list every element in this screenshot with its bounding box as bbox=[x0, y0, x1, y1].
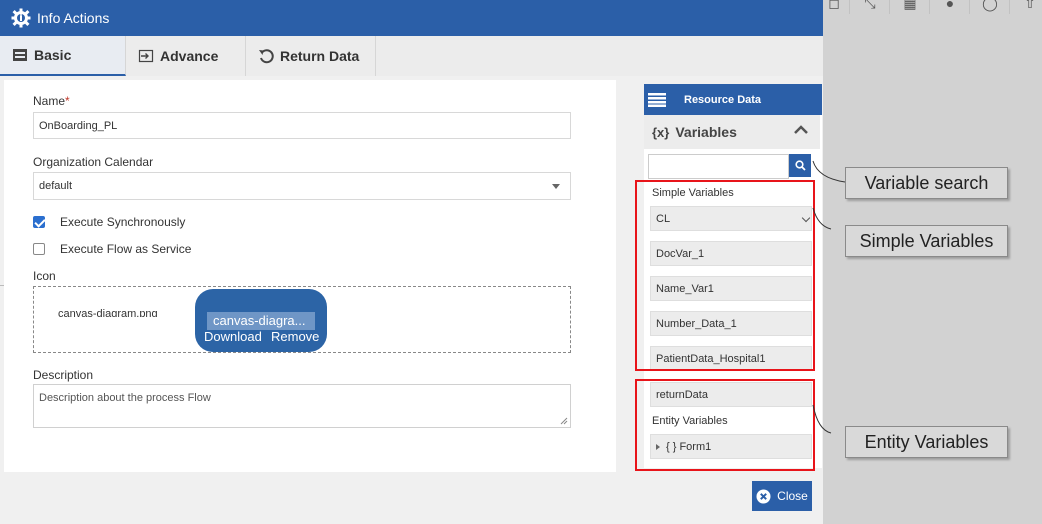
calendar-select[interactable]: default bbox=[33, 172, 571, 200]
execute-sync-label: Execute Synchronously bbox=[60, 215, 186, 229]
name-label-text: Name bbox=[33, 94, 66, 108]
caret-down-icon bbox=[552, 184, 560, 189]
name-value: OnBoarding_PL bbox=[39, 119, 118, 132]
execute-sync-checkbox[interactable] bbox=[33, 216, 45, 228]
list-icon bbox=[648, 92, 666, 107]
close-label: Close bbox=[777, 489, 808, 503]
description-value: Description about the process Flow bbox=[39, 392, 211, 404]
variable-search-callout: Variable search bbox=[845, 167, 1008, 199]
name-label: Name* bbox=[33, 94, 70, 108]
dialog-title-bar: Info Actions bbox=[0, 0, 823, 36]
description-textarea[interactable]: Description about the process Flow bbox=[33, 384, 571, 428]
toolbar-icon[interactable]: ◻ bbox=[823, 0, 845, 12]
fit-icon[interactable]: ⤡ bbox=[859, 0, 881, 12]
icon-filename: canvas-diagram.png bbox=[58, 308, 158, 317]
flow-service-checkbox[interactable] bbox=[33, 243, 45, 255]
variable-search-button[interactable] bbox=[789, 154, 811, 177]
required-mark: * bbox=[65, 94, 70, 108]
gear-icon bbox=[11, 8, 31, 28]
form-icon bbox=[13, 49, 27, 61]
toolbar-divider bbox=[969, 0, 970, 14]
file-name-badge: canvas-diagra... bbox=[207, 312, 315, 330]
icon-dropzone[interactable]: canvas-diagram.png canvas-diagra... Down… bbox=[33, 286, 571, 353]
close-circle-icon bbox=[756, 489, 771, 503]
basic-form: Name* OnBoarding_PL Organization Calenda… bbox=[4, 80, 616, 472]
tab-label: Return Data bbox=[280, 48, 360, 64]
flow-service-label: Execute Flow as Service bbox=[60, 242, 192, 256]
info-icon[interactable]: ● bbox=[939, 0, 961, 12]
grid-icon[interactable]: ▦ bbox=[899, 0, 921, 12]
resource-header-title: Resource Data bbox=[684, 93, 762, 106]
annotation-connectors bbox=[812, 160, 846, 434]
tab-label: Advance bbox=[160, 48, 219, 64]
canvas-edge bbox=[0, 285, 4, 286]
toolbar-divider bbox=[1009, 0, 1010, 14]
resource-header: Resource Data bbox=[644, 84, 822, 115]
calendar-label: Organization Calendar bbox=[33, 155, 154, 169]
tab-label: Basic bbox=[34, 47, 72, 63]
variables-title: Variables bbox=[675, 124, 737, 140]
simple-variables-callout: Simple Variables bbox=[845, 225, 1008, 257]
file-preview-card: canvas-diagra... Download Remove bbox=[195, 289, 327, 352]
tab-basic[interactable]: Basic bbox=[0, 36, 126, 76]
upload-icon[interactable]: ⇧ bbox=[1019, 0, 1041, 12]
entity-variables-callout: Entity Variables bbox=[845, 426, 1008, 458]
tab-bar: Basic Advance Return Data bbox=[0, 36, 823, 76]
toolbar-divider bbox=[849, 0, 850, 14]
background-toolbar: ◻ ⤡ ▦ ● ◯ ⇧ bbox=[823, 0, 1042, 14]
tab-return-data[interactable]: Return Data bbox=[246, 36, 376, 76]
variables-section-header[interactable]: {x} Variables bbox=[644, 115, 820, 149]
entity-variables-highlight bbox=[635, 379, 815, 471]
dialog-title: Info Actions bbox=[37, 10, 110, 26]
download-link[interactable]: Download bbox=[204, 329, 262, 344]
screen: ◻ ⤡ ▦ ● ◯ ⇧ Info Actions Basic Advance R… bbox=[0, 0, 1042, 524]
sign-in-icon bbox=[138, 49, 154, 63]
calendar-value: default bbox=[39, 180, 73, 192]
variable-search-input[interactable] bbox=[648, 154, 789, 179]
icon-label: Icon bbox=[33, 269, 56, 283]
undo-icon bbox=[259, 49, 274, 64]
description-label: Description bbox=[33, 368, 94, 382]
resize-grip-icon[interactable] bbox=[560, 417, 568, 425]
chevron-up-icon[interactable] bbox=[794, 125, 808, 135]
toolbar-divider bbox=[889, 0, 890, 14]
search-icon bbox=[794, 160, 806, 171]
simple-variables-highlight bbox=[635, 180, 815, 371]
name-input[interactable]: OnBoarding_PL bbox=[33, 112, 571, 139]
check-circle-icon[interactable]: ◯ bbox=[979, 0, 1001, 12]
close-button[interactable]: Close bbox=[752, 481, 812, 511]
variable-icon: {x} bbox=[652, 124, 670, 140]
tab-advance[interactable]: Advance bbox=[126, 36, 246, 76]
remove-link[interactable]: Remove bbox=[271, 329, 319, 344]
toolbar-divider bbox=[929, 0, 930, 14]
